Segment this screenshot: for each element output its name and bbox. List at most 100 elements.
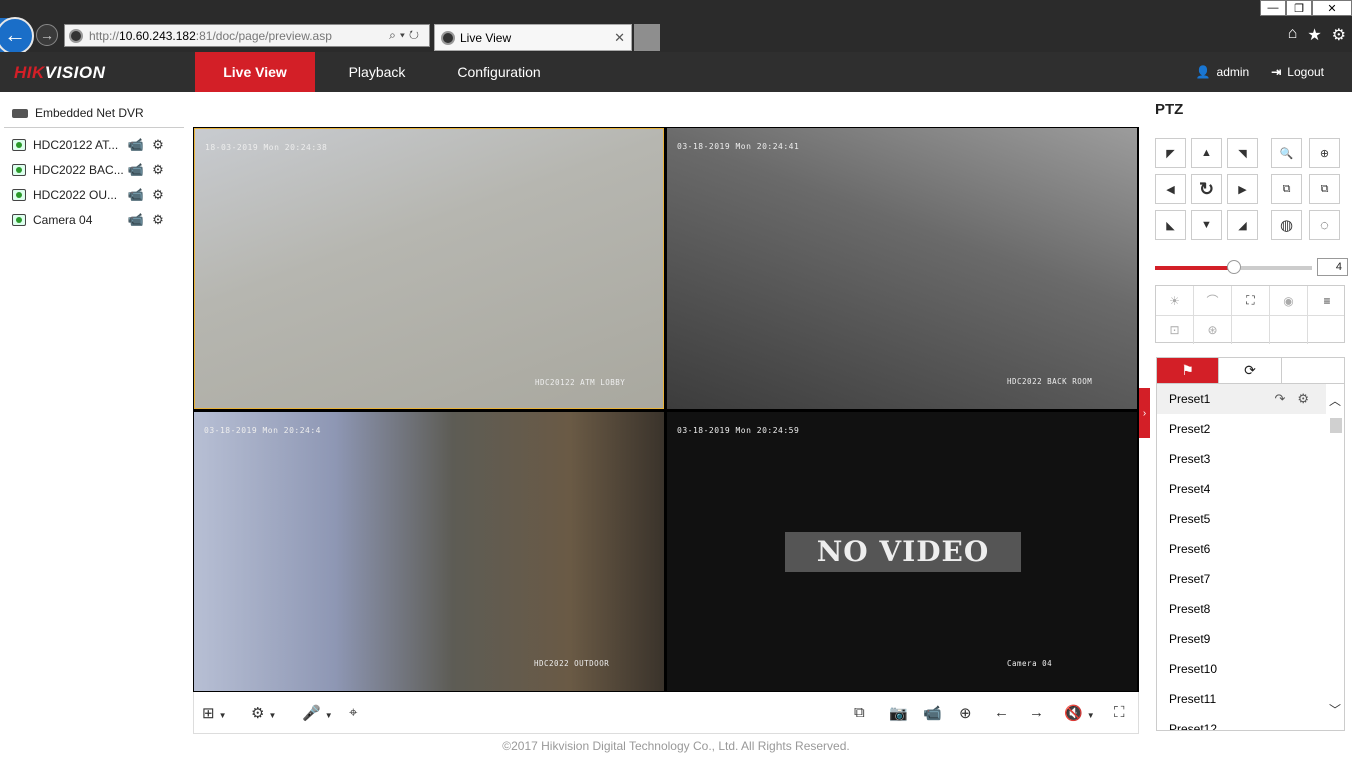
collapse-ptz-panel-button[interactable]: ›: [1139, 388, 1150, 438]
home-icon[interactable]: ⌂: [1288, 25, 1298, 45]
list-item[interactable]: Preset12: [1157, 714, 1327, 730]
list-item[interactable]: Preset8: [1157, 594, 1327, 624]
video-window-2[interactable]: 03-18-2019 Mon 20:24:41 HDC2022 BACK ROO…: [667, 128, 1137, 409]
browser-back-button[interactable]: ←: [0, 17, 34, 55]
stream-select-icon[interactable]: ⚙: [149, 137, 167, 153]
ptz-up-left-button[interactable]: ◤: [1155, 138, 1186, 168]
list-item[interactable]: Preset6: [1157, 534, 1327, 564]
list-item[interactable]: Preset3: [1157, 444, 1327, 474]
ptz-left-button[interactable]: ◀: [1155, 174, 1186, 204]
previous-page-button[interactable]: ←: [994, 704, 1009, 721]
video-window-4[interactable]: 03-18-2019 Mon 20:24:59 NO VIDEO Camera …: [667, 412, 1137, 691]
chevron-down-icon[interactable]: ﹀: [1329, 701, 1341, 718]
volume-button[interactable]: 🔇 ▼: [1064, 704, 1095, 722]
ptz-up-right-button[interactable]: ◥: [1227, 138, 1258, 168]
start-recording-icon[interactable]: 📹: [127, 162, 145, 178]
list-item[interactable]: Preset7: [1157, 564, 1327, 594]
next-page-button[interactable]: →: [1029, 704, 1044, 721]
browser-tab-live-view[interactable]: Live View ✕: [434, 24, 632, 51]
iris-close-button[interactable]: ◌: [1309, 210, 1340, 240]
window-layout-button[interactable]: ⊞ ▼: [202, 704, 227, 722]
close-window-icon[interactable]: ✕: [1312, 0, 1352, 16]
user-menu[interactable]: 👤 admin: [1196, 65, 1250, 79]
lens-init-icon[interactable]: ◉: [1270, 286, 1308, 315]
stream-select-icon[interactable]: ⚙: [149, 212, 167, 228]
stream-type-button[interactable]: ⚙ ▼: [251, 704, 276, 722]
list-item[interactable]: Preset5: [1157, 504, 1327, 534]
call-preset-icon[interactable]: ↷: [1274, 391, 1297, 406]
camera-item[interactable]: HDC2022 BAC... 📹 ⚙: [12, 162, 182, 178]
tab-close-icon[interactable]: ✕: [614, 30, 631, 46]
set-preset-gear-icon[interactable]: ⚙: [1297, 391, 1321, 406]
iris-open-button[interactable]: ◍: [1271, 210, 1302, 240]
device-node[interactable]: Embedded Net DVR: [12, 106, 144, 120]
favorites-star-icon[interactable]: ★: [1307, 25, 1321, 45]
video-window-3[interactable]: 03-18-2019 Mon 20:24:4 HDC2022 OUTDOOR: [194, 412, 664, 691]
speed-slider-handle[interactable]: [1227, 260, 1241, 274]
video-window-1[interactable]: 18-03-2019 Mon 20:24:38 HDC20122 ATM LOB…: [194, 128, 664, 409]
address-tools-icons[interactable]: ⌕▾↻: [389, 28, 429, 43]
camera-item[interactable]: Camera 04 📹 ⚙: [12, 212, 182, 228]
ptz-down-left-button[interactable]: ◣: [1155, 210, 1186, 240]
nav-tab-live-view[interactable]: Live View: [195, 52, 315, 92]
list-item[interactable]: Preset1 ↷⚙: [1157, 384, 1327, 414]
ptz-auto-scan-button[interactable]: ↻: [1191, 174, 1222, 204]
volume-muted-icon: 🔇: [1064, 705, 1083, 722]
list-item[interactable]: Preset9: [1157, 624, 1327, 654]
ptz-right-button[interactable]: ▶: [1227, 174, 1258, 204]
record-icon: 📹: [923, 705, 942, 722]
tab-patrol[interactable]: ⟳: [1219, 358, 1282, 383]
wiper-icon[interactable]: ⌒: [1194, 286, 1232, 315]
user-icon: 👤: [1195, 65, 1211, 79]
arrow-down-icon: ▼: [1201, 219, 1212, 231]
preset-scrollbar[interactable]: ︿ ﹀: [1326, 384, 1344, 730]
maximize-icon[interactable]: ❐: [1286, 0, 1312, 16]
zoom-in-button[interactable]: ⊕: [1309, 138, 1340, 168]
settings-gear-icon[interactable]: ⚙: [1332, 25, 1346, 45]
alarm-output-button[interactable]: ⌖: [349, 704, 357, 721]
focus-near-button[interactable]: ⧉: [1271, 174, 1302, 204]
arrow-up-left-icon: ◤: [1166, 147, 1175, 160]
menu-icon[interactable]: ≡: [1308, 286, 1346, 315]
auto-focus-icon[interactable]: ⛶: [1232, 286, 1270, 315]
3d-zoom-icon[interactable]: ⊛: [1194, 315, 1232, 344]
focus-far-button[interactable]: ⧉: [1309, 174, 1340, 204]
ptz-up-button[interactable]: ▲: [1191, 138, 1222, 168]
two-way-audio-button[interactable]: 🎤 ▼: [302, 704, 333, 722]
aux-focus-icon[interactable]: ⊡: [1156, 315, 1194, 344]
nav-tab-configuration[interactable]: Configuration: [440, 52, 558, 92]
light-icon[interactable]: ☀: [1156, 286, 1194, 315]
list-item[interactable]: Preset4: [1157, 474, 1327, 504]
camera-item[interactable]: HDC2022 OU... 📹 ⚙: [12, 187, 182, 203]
list-item[interactable]: Preset10: [1157, 654, 1327, 684]
capture-button[interactable]: 📷: [889, 704, 908, 722]
address-url[interactable]: http://10.60.243.182:81/doc/page/preview…: [89, 29, 389, 43]
list-item[interactable]: Preset2: [1157, 414, 1327, 444]
tab-preset[interactable]: ⚑: [1157, 358, 1220, 383]
start-recording-icon[interactable]: 📹: [127, 212, 145, 228]
chevron-up-icon[interactable]: ︿: [1329, 392, 1341, 409]
list-item[interactable]: Preset11: [1157, 684, 1327, 714]
nav-tab-playback[interactable]: Playback: [330, 52, 424, 92]
stream-select-icon[interactable]: ⚙: [149, 162, 167, 178]
fullscreen-button[interactable]: ⛶: [1114, 704, 1125, 721]
minimize-icon[interactable]: —: [1260, 0, 1286, 16]
tab-pattern[interactable]: [1282, 358, 1344, 383]
digital-zoom-button[interactable]: ⊕: [959, 704, 972, 722]
stop-all-preview-button[interactable]: ⧉: [854, 704, 865, 721]
ptz-speed-value[interactable]: 4: [1317, 258, 1348, 276]
camera-item[interactable]: HDC20122 AT... 📹 ⚙: [12, 137, 182, 153]
start-recording-icon[interactable]: 📹: [127, 137, 145, 153]
ptz-down-button[interactable]: ▼: [1191, 210, 1222, 240]
start-recording-icon[interactable]: 📹: [127, 187, 145, 203]
stream-select-icon[interactable]: ⚙: [149, 187, 167, 203]
browser-forward-button[interactable]: →: [36, 24, 58, 46]
ptz-speed-slider[interactable]: [1155, 260, 1312, 274]
address-bar[interactable]: http://10.60.243.182:81/doc/page/preview…: [64, 24, 430, 47]
logout-button[interactable]: ⇥ Logout: [1271, 65, 1324, 79]
record-all-button[interactable]: 📹: [923, 704, 942, 722]
scrollbar-thumb[interactable]: [1330, 418, 1342, 433]
zoom-out-button[interactable]: 🔍: [1271, 138, 1302, 168]
ptz-down-right-button[interactable]: ◢: [1227, 210, 1258, 240]
new-tab-button[interactable]: [634, 24, 660, 51]
